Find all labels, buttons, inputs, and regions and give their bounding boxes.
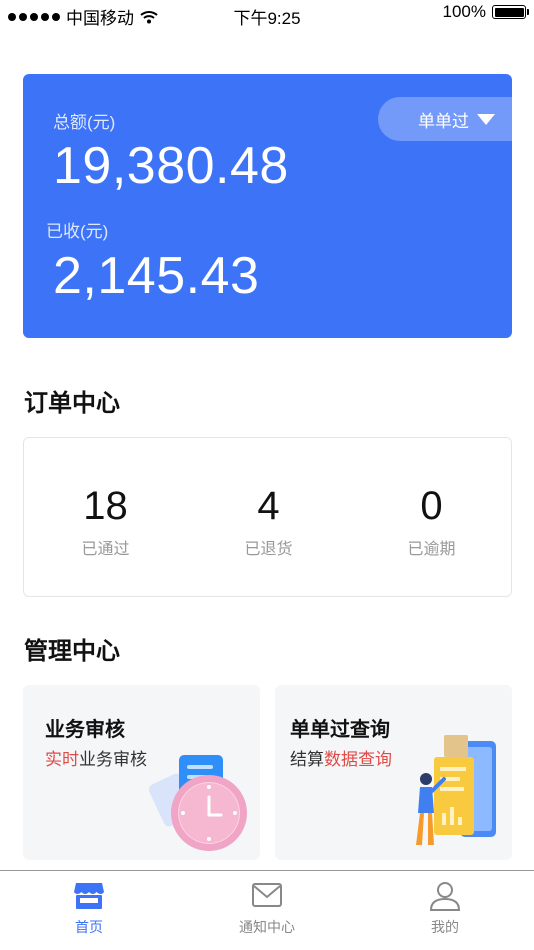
clock-document-icon [149,755,247,851]
card-title: 单单过查询 [290,719,390,741]
data-query-illustration-icon [416,735,496,845]
store-icon [74,883,104,909]
card-subtitle: 结算数据查询 [290,745,392,770]
settlement-query-card[interactable]: 单单过查询 结算数据查询 [275,685,512,860]
battery-icon [492,5,529,19]
battery-percent: 100% [442,2,486,21]
card-subtitle: 实时业务审核 [45,745,147,770]
stat-label: 已退货 [244,541,293,558]
caret-down-icon [477,113,495,125]
subtitle-rest: 业务审核 [79,750,147,769]
user-icon [429,882,461,911]
stat-label: 已逾期 [407,541,456,558]
business-review-card[interactable]: 业务审核 实时业务审核 [23,685,260,860]
tab-label: 我的 [431,919,459,935]
order-center-title: 订单中心 [24,390,120,417]
tab-profile[interactable]: 我的 [356,871,534,950]
balance-card: 总额(元) 19,380.48 已收(元) 2,145.43 单单过 [23,74,512,338]
management-center-title: 管理中心 [24,638,120,665]
stat-label: 已通过 [81,541,130,558]
status-right: 100% [442,2,529,22]
mail-icon [252,883,282,907]
stat-value: 4 [257,484,280,528]
tab-label: 首页 [75,919,103,935]
received-value: 2,145.43 [53,247,260,305]
received-label: 已收(元) [46,222,109,241]
tab-bar: 首页 通知中心 我的 [0,870,534,950]
total-label: 总额(元) [53,113,116,132]
filter-label: 单单过 [418,111,469,131]
tab-notifications[interactable]: 通知中心 [178,871,356,950]
stat-passed[interactable]: 18 已通过 [24,484,187,559]
stat-value: 18 [83,484,128,528]
tab-home[interactable]: 首页 [0,871,178,950]
order-stats-card: 18 已通过 4 已退货 0 已逾期 [23,437,512,597]
card-title: 业务审核 [45,719,125,741]
subtitle-prefix: 结算 [290,750,324,769]
stat-value: 0 [420,484,443,528]
subtitle-highlight: 数据查询 [324,750,392,769]
subtitle-highlight: 实时 [45,750,79,769]
total-value: 19,380.48 [53,137,289,195]
tab-label: 通知中心 [239,919,295,935]
stat-returned[interactable]: 4 已退货 [187,484,350,559]
stat-overdue[interactable]: 0 已逾期 [350,484,513,559]
filter-dropdown[interactable]: 单单过 [378,97,512,141]
status-bar: 中国移动 下午9:25 100% [0,0,534,30]
